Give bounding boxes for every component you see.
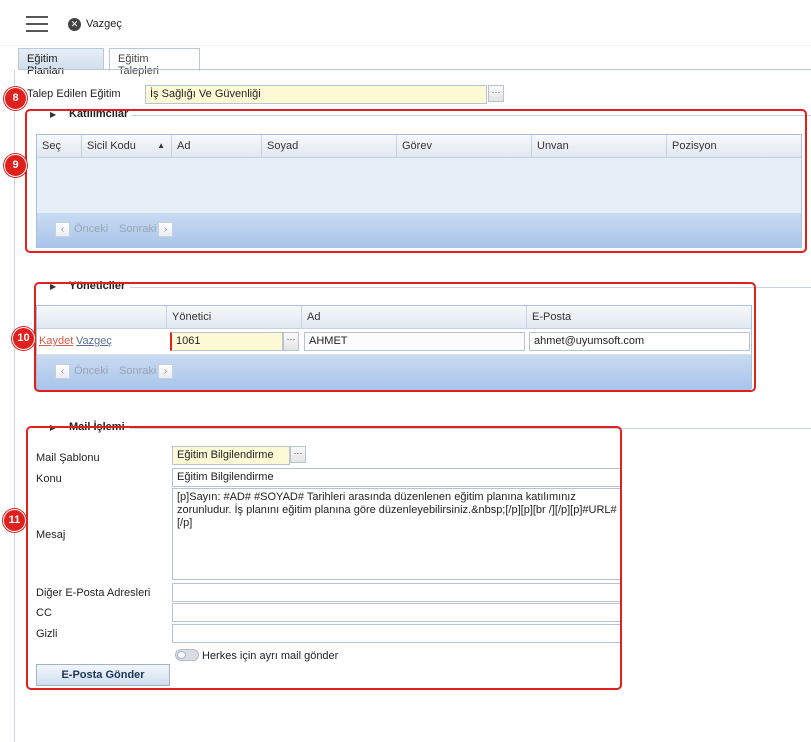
annotation-badge-9: 9 [4, 154, 27, 177]
annotation-badge-8: 8 [4, 87, 27, 110]
tab-strip-divider [18, 69, 811, 70]
tab-training-plans[interactable]: Eğitim Planları [18, 48, 104, 77]
requested-training-input[interactable]: İş Sağlığı Ve Güvenliği [145, 85, 487, 104]
requested-training-label: Talep Edilen Eğitim [27, 88, 121, 100]
annotation-box-11 [26, 426, 622, 690]
annotation-badge-11: 11 [3, 509, 26, 532]
top-toolbar: ✕ Vazgeç [0, 0, 811, 46]
annotation-box-9 [25, 109, 807, 253]
hamburger-menu-icon[interactable] [26, 16, 48, 32]
cancel-button[interactable]: Vazgeç [86, 18, 122, 30]
close-icon[interactable]: ✕ [68, 18, 81, 31]
annotation-box-10 [34, 282, 756, 392]
annotation-badge-10: 10 [12, 327, 35, 350]
tab-training-requests[interactable]: Eğitim Talepleri [109, 48, 200, 77]
requested-training-lookup-button[interactable]: ··· [488, 85, 504, 102]
